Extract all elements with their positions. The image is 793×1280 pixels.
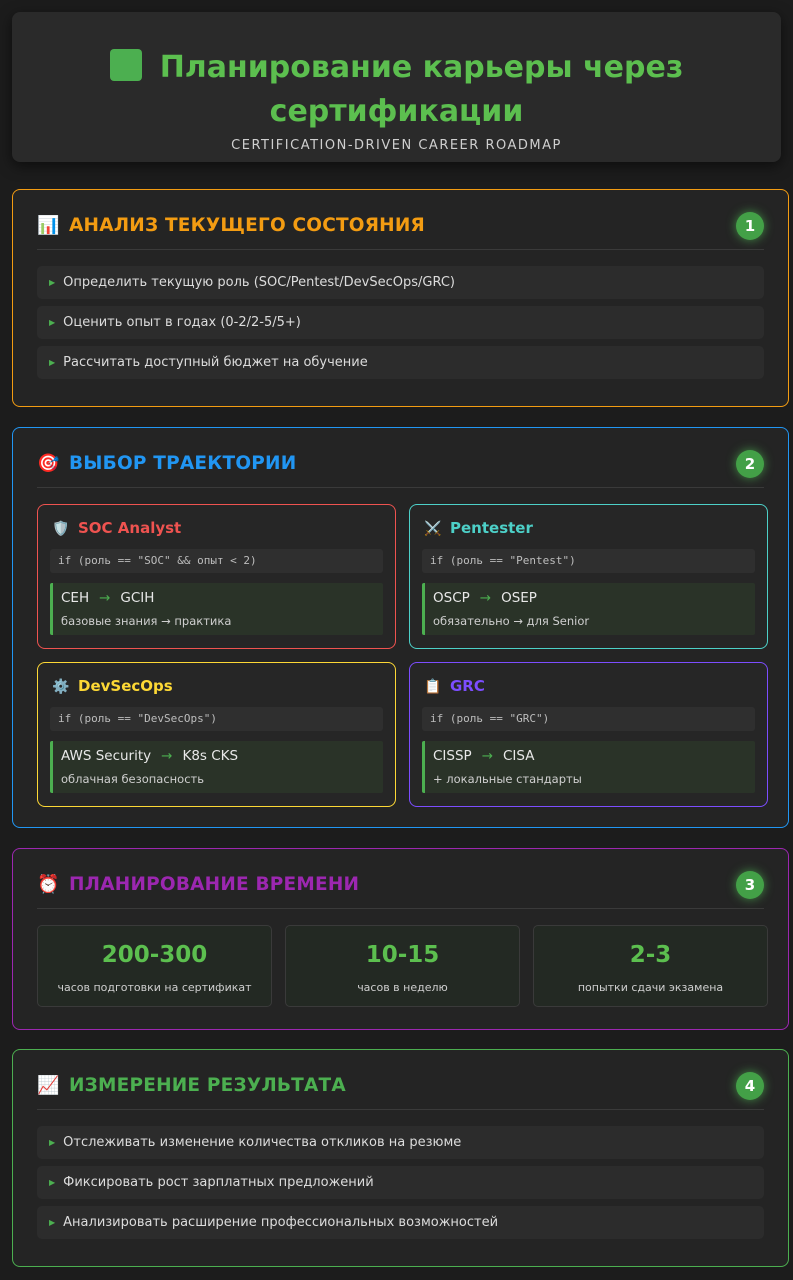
list-item: ▶ Анализировать расширение профессиональн…	[37, 1206, 764, 1239]
condition-code: if (роль == "DevSecOps")	[50, 707, 383, 731]
page-title-line1: Планирование карьеры через	[159, 50, 684, 85]
arrow-right-icon: →	[481, 748, 493, 764]
cert-path: CEH → GCIH базовые знания → практика	[50, 583, 383, 635]
section-title: ИЗМЕРЕНИЕ РЕЗУЛЬТАТА	[69, 1075, 346, 1096]
card-soc-analyst: 🛡️ SOC Analyst if (роль == "SOC" && опыт …	[37, 504, 396, 649]
stat-card: 200-300 часов подготовки на сертификат	[37, 925, 272, 1007]
result-list: ▶ Отслеживать изменение количества отклик…	[37, 1126, 764, 1246]
section-header: 📈 ИЗМЕРЕНИЕ РЕЗУЛЬТАТА 4	[37, 1068, 764, 1110]
trend-up-icon: 📈	[37, 1075, 60, 1096]
list-item: ▶ Оценить опыт в годах (0-2/2-5/5+)	[37, 306, 764, 339]
stat-label: часов в неделю	[357, 981, 448, 994]
crossed-swords-icon: ⚔️	[424, 521, 442, 537]
bullet-icon: ▶	[49, 358, 56, 367]
section-title: АНАЛИЗ ТЕКУЩЕГО СОСТОЯНИЯ	[69, 215, 425, 236]
card-grc: 📋 GRC if (роль == "GRC") CISSP → CISA + лок…	[409, 662, 768, 807]
stat-card: 10-15 часов в неделю	[285, 925, 520, 1007]
cert-path: AWS Security → K8s CKS облачная безопаснос…	[50, 741, 383, 793]
stat-value: 2-3	[629, 942, 672, 968]
step-number-badge: 2	[736, 450, 764, 478]
card-devsecops: ⚙️ DevSecOps if (роль == "DevSecOps") AWS…	[37, 662, 396, 807]
cert-to: K8s CKS	[182, 748, 239, 764]
card-title: GRC	[450, 677, 485, 695]
cert-path: CISSP → CISA + локальные стандарты	[422, 741, 755, 793]
card-title: SOC Analyst	[78, 519, 182, 537]
time-stats: 200-300 часов подготовки на сертификат 1…	[37, 925, 768, 1007]
path-note: облачная безопасность	[61, 772, 205, 786]
bullet-icon: ▶	[49, 1138, 56, 1147]
page-header: Планирование карьеры через сертификации …	[12, 12, 781, 162]
list-item: ▶ Отслеживать изменение количества отклик…	[37, 1126, 764, 1159]
path-note: + локальные стандарты	[433, 772, 582, 786]
section-trajectory: 🎯 ВЫБОР ТРАЕКТОРИИ 2 🛡️ SOC Analyst if (ро…	[12, 427, 789, 828]
path-note: базовые знания → практика	[61, 614, 232, 628]
section-header: 📊 АНАЛИЗ ТЕКУЩЕГО СОСТОЯНИЯ 1	[37, 208, 764, 250]
cert-from: CISSP	[433, 748, 472, 764]
section-result: 📈 ИЗМЕРЕНИЕ РЕЗУЛЬТАТА 4 ▶ Отслеживать изм…	[12, 1049, 789, 1267]
section-header: 🎯 ВЫБОР ТРАЕКТОРИИ 2	[37, 446, 764, 488]
section-title: ПЛАНИРОВАНИЕ ВРЕМЕНИ	[69, 874, 360, 895]
target-icon: 🎯	[37, 453, 60, 474]
clipboard-icon: 📋	[424, 679, 442, 695]
arrow-right-icon: →	[479, 590, 492, 606]
green-square-icon	[109, 49, 142, 81]
cert-from: OSCP	[433, 590, 470, 606]
list-item: ▶ Рассчитать доступный бюджет на обучение	[37, 346, 764, 379]
step-number-badge: 3	[736, 871, 764, 899]
step-number-badge: 4	[736, 1072, 764, 1100]
gear-icon: ⚙️	[52, 679, 70, 695]
cert-to: GCIH	[120, 590, 155, 606]
list-item: ▶ Фиксировать рост зарплатных предложений	[37, 1166, 764, 1199]
stat-value: 200-300	[101, 942, 208, 968]
arrow-right-icon: →	[161, 748, 173, 764]
bullet-icon: ▶	[49, 1178, 56, 1187]
cert-to: OSEP	[501, 590, 537, 606]
stat-card: 2-3 попытки сдачи экзамена	[533, 925, 768, 1007]
cert-from: AWS Security	[61, 748, 152, 764]
stat-label: попытки сдачи экзамена	[577, 981, 724, 994]
stat-value: 10-15	[365, 942, 440, 968]
section-time-planning: ⏰ ПЛАНИРОВАНИЕ ВРЕМЕНИ 3 200-300 часов по…	[12, 848, 789, 1030]
section-analysis: 📊 АНАЛИЗ ТЕКУЩЕГО СОСТОЯНИЯ 1 ▶ Определить…	[12, 189, 789, 407]
path-note: обязательно → для Senior	[433, 614, 590, 628]
stat-label: часов подготовки на сертификат	[57, 981, 252, 994]
condition-code: if (роль == "GRC")	[422, 707, 755, 731]
page-subtitle: CERTIFICATION-DRIVEN CAREER ROADMAP	[231, 138, 562, 153]
card-title: Pentester	[450, 519, 533, 537]
bullet-icon: ▶	[49, 1218, 56, 1227]
condition-code: if (роль == "Pentest")	[422, 549, 755, 573]
analysis-list: ▶ Определить текущую роль (SOC/Pentest/De…	[37, 266, 764, 386]
arrow-right-icon: →	[99, 590, 111, 606]
cert-from: CEH	[61, 590, 90, 606]
step-number-badge: 1	[736, 212, 764, 240]
section-header: ⏰ ПЛАНИРОВАНИЕ ВРЕМЕНИ 3	[37, 867, 764, 909]
condition-code: if (роль == "SOC" && опыт < 2)	[50, 549, 383, 573]
bullet-icon: ▶	[49, 278, 56, 287]
page-title-line2: сертификации	[269, 94, 524, 129]
bullet-icon: ▶	[49, 318, 56, 327]
card-title: DevSecOps	[78, 677, 173, 695]
section-title: ВЫБОР ТРАЕКТОРИИ	[69, 453, 297, 474]
bar-chart-icon: 📊	[37, 215, 60, 236]
shield-icon: 🛡️	[52, 521, 70, 537]
alarm-clock-icon: ⏰	[37, 874, 60, 895]
card-pentester: ⚔️ Pentester if (роль == "Pentest") OSCP →…	[409, 504, 768, 649]
cert-to: CISA	[503, 748, 535, 764]
cert-path: OSCP → OSEP обязательно → для Senior	[422, 583, 755, 635]
list-item: ▶ Определить текущую роль (SOC/Pentest/De…	[37, 266, 764, 299]
